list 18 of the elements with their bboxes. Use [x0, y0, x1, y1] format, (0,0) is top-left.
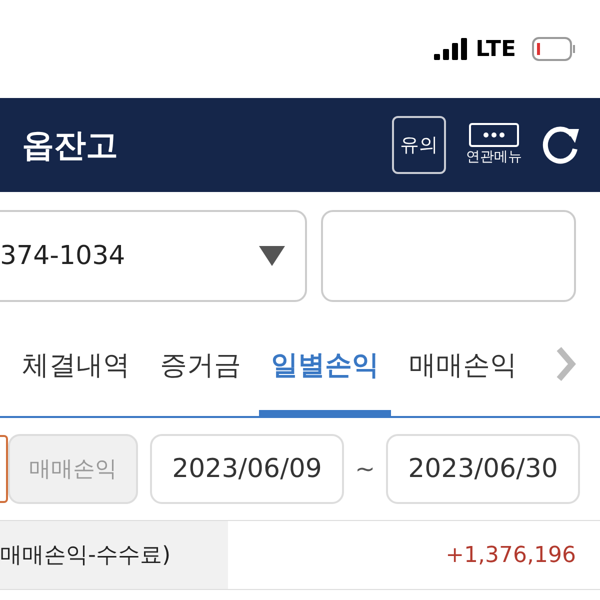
end-date-field[interactable]: 2023/06/30: [386, 434, 580, 504]
summary-label-cell: 매매손익-수수료): [0, 521, 228, 589]
dropdown-caret-icon: [259, 246, 285, 266]
tab[interactable]: 매매손익: [397, 318, 529, 416]
start-date-field[interactable]: 2023/06/09: [150, 434, 344, 504]
password-field[interactable]: [321, 210, 576, 302]
battery-icon: [532, 37, 576, 61]
notice-button[interactable]: 유의: [392, 116, 446, 174]
network-label: LTE: [476, 36, 516, 64]
tab[interactable]: 증거금: [148, 318, 253, 416]
account-dropdown[interactable]: 374-1034: [0, 210, 307, 302]
summary-value: +1,376,196: [444, 542, 577, 570]
tab[interactable]: 일별손익: [259, 318, 391, 416]
tab[interactable]: 체결내역: [10, 318, 142, 416]
signal-icon: [434, 38, 468, 60]
screen-title: 옵잔고: [22, 125, 118, 166]
related-menu-button[interactable]: 연관메뉴: [466, 122, 522, 168]
date-separator: ~: [354, 454, 376, 485]
